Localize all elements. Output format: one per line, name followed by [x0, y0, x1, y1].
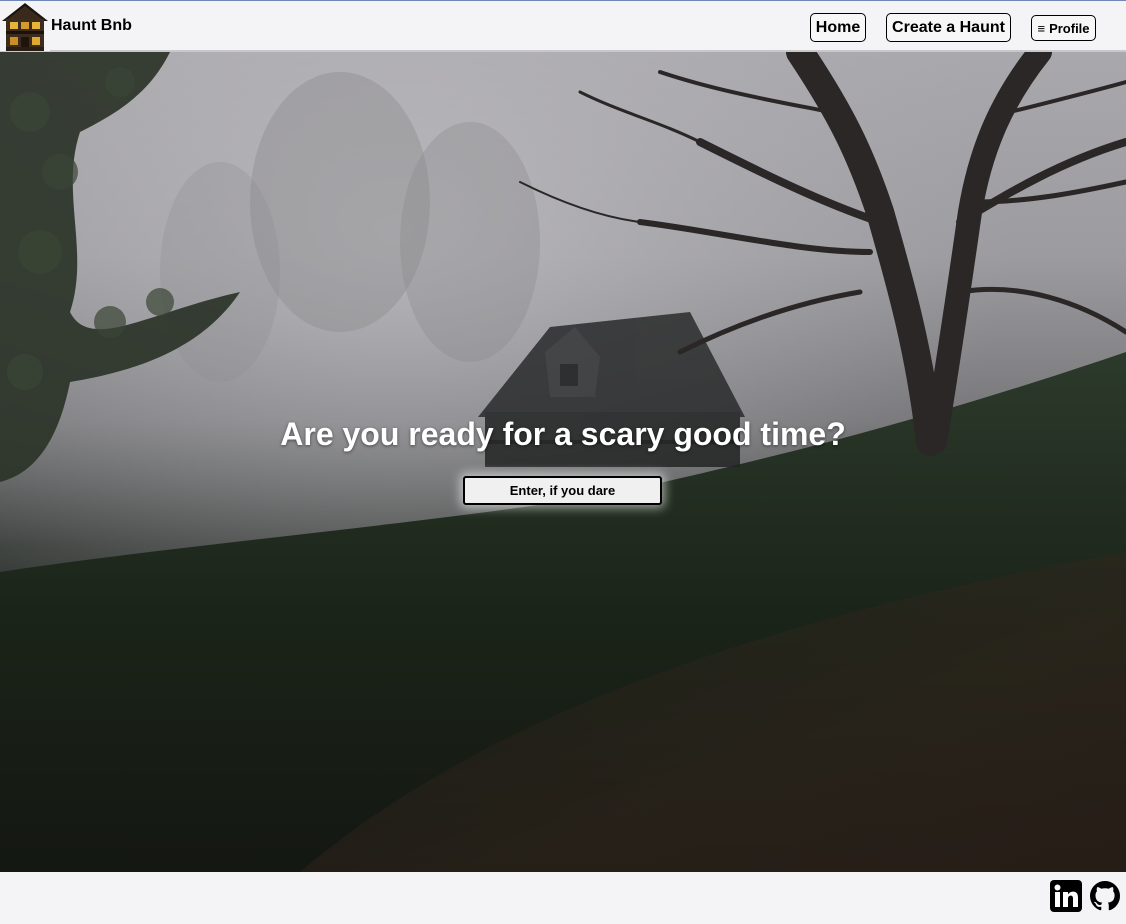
profile-menu-button[interactable]: ≡ Profile — [1031, 15, 1096, 41]
linkedin-icon[interactable] — [1050, 880, 1082, 912]
top-navbar: Haunt Bnb Home Create a Haunt ≡ Profile — [0, 0, 1126, 52]
home-button[interactable]: Home — [810, 13, 866, 42]
github-icon[interactable] — [1090, 881, 1120, 911]
create-haunt-button[interactable]: Create a Haunt — [886, 13, 1011, 42]
footer — [0, 872, 1126, 924]
brand-name[interactable]: Haunt Bnb — [51, 17, 132, 35]
menu-icon: ≡ — [1037, 20, 1046, 36]
foggy-haunted-house-background — [0, 52, 1126, 872]
hero-section: Are you ready for a scary good time? Ent… — [0, 52, 1126, 872]
haunted-house-logo[interactable] — [0, 1, 50, 51]
hero-heading: Are you ready for a scary good time? — [280, 416, 846, 452]
enter-button[interactable]: Enter, if you dare — [463, 476, 662, 505]
profile-label: Profile — [1049, 20, 1090, 36]
